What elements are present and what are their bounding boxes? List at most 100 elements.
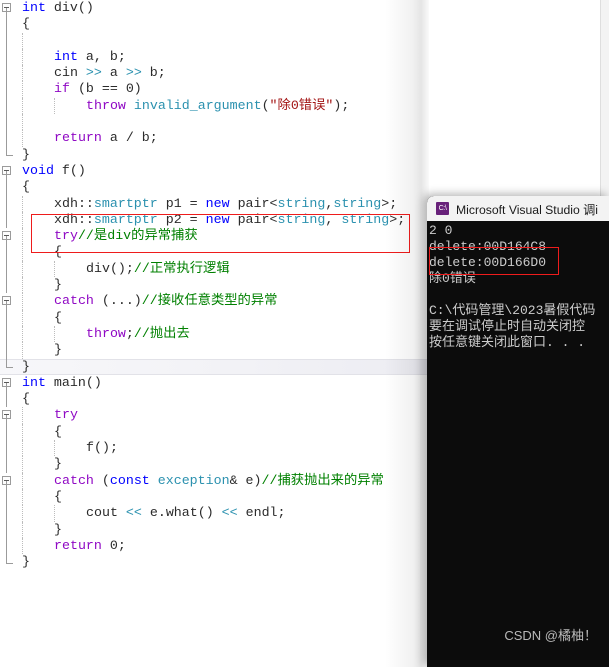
code-line[interactable]: throw invalid_argument("除0错误"); bbox=[0, 97, 430, 115]
code-token: "除0错误" bbox=[269, 97, 334, 113]
fold-gutter[interactable] bbox=[0, 309, 20, 326]
code-line[interactable]: } bbox=[0, 554, 430, 570]
code-line[interactable]: } bbox=[0, 277, 430, 294]
indent-guide bbox=[22, 48, 24, 66]
code-line[interactable]: return 0; bbox=[0, 537, 430, 555]
fold-gutter[interactable] bbox=[0, 97, 20, 115]
code-token: p1 = bbox=[157, 195, 206, 211]
fold-bracket-line bbox=[6, 16, 7, 33]
fold-gutter[interactable] bbox=[0, 554, 20, 570]
code-line[interactable]: return a / b; bbox=[0, 130, 430, 147]
code-token: { bbox=[22, 179, 30, 195]
code-text: cout << e.what() << endl; bbox=[86, 505, 286, 520]
fold-bracket-end bbox=[6, 146, 13, 157]
code-line[interactable]: } bbox=[0, 342, 430, 359]
code-line[interactable]: int div() bbox=[0, 0, 430, 17]
indent-guide bbox=[22, 211, 24, 229]
code-line[interactable]: } bbox=[0, 456, 430, 473]
code-line[interactable]: { bbox=[0, 179, 430, 196]
fold-gutter[interactable] bbox=[0, 456, 20, 473]
fold-gutter[interactable] bbox=[0, 407, 20, 424]
code-line[interactable]: { bbox=[0, 488, 430, 506]
fold-gutter[interactable] bbox=[0, 146, 20, 163]
fold-gutter[interactable] bbox=[0, 423, 20, 441]
code-line[interactable]: { bbox=[0, 16, 430, 33]
code-token: ( bbox=[93, 472, 110, 488]
code-line[interactable]: xdh::smartptr p1 = new pair<string,strin… bbox=[0, 195, 430, 212]
code-line[interactable]: { bbox=[0, 309, 430, 326]
fold-gutter[interactable] bbox=[0, 114, 20, 131]
console-title-bar[interactable]: C:\ Microsoft Visual Studio 调i bbox=[427, 196, 609, 221]
fold-gutter[interactable] bbox=[0, 473, 20, 489]
code-line[interactable]: catch (...)//接收任意类型的异常 bbox=[0, 293, 430, 310]
code-lines[interactable]: int div(){int a, b; cin >> a >> b; if (b =… bbox=[0, 0, 430, 570]
code-line[interactable]: try//是div的异常捕获 bbox=[0, 228, 430, 245]
fold-gutter[interactable] bbox=[0, 65, 20, 82]
code-line[interactable]: { bbox=[0, 391, 430, 408]
code-text: catch (...)//接收任意类型的异常 bbox=[54, 293, 277, 308]
code-line[interactable]: cout << e.what() << endl; bbox=[0, 505, 430, 522]
fold-gutter[interactable] bbox=[0, 228, 20, 245]
fold-gutter[interactable] bbox=[0, 325, 20, 343]
fold-bracket-line bbox=[6, 488, 7, 506]
code-line[interactable]: { bbox=[0, 244, 430, 261]
fold-gutter[interactable] bbox=[0, 81, 20, 98]
code-line[interactable]: int a, b; bbox=[0, 48, 430, 66]
fold-gutter[interactable] bbox=[0, 32, 20, 49]
fold-gutter[interactable] bbox=[0, 130, 20, 147]
code-token: return bbox=[54, 537, 102, 553]
code-line[interactable]: catch (const exception& e)//捕获抛出来的异常 bbox=[0, 472, 430, 489]
code-text: throw;//抛出去 bbox=[86, 326, 190, 341]
fold-gutter[interactable] bbox=[0, 358, 20, 375]
fold-gutter[interactable] bbox=[0, 16, 20, 33]
code-token: { bbox=[54, 309, 62, 325]
code-line[interactable]: try bbox=[0, 407, 430, 424]
code-token: >; bbox=[389, 211, 406, 227]
code-line[interactable]: div();//正常执行逻辑 bbox=[0, 260, 430, 278]
fold-bracket-line bbox=[6, 325, 7, 343]
code-line[interactable]: f(); bbox=[0, 440, 430, 457]
fold-gutter[interactable] bbox=[0, 537, 20, 555]
fold-gutter[interactable] bbox=[0, 521, 20, 538]
fold-gutter[interactable] bbox=[0, 277, 20, 294]
fold-gutter[interactable] bbox=[0, 48, 20, 66]
fold-gutter[interactable] bbox=[0, 391, 20, 408]
fold-gutter[interactable] bbox=[0, 505, 20, 522]
code-token: //抛出去 bbox=[133, 325, 190, 341]
fold-gutter[interactable] bbox=[0, 293, 20, 310]
code-line[interactable]: } bbox=[0, 146, 430, 163]
code-token: catch bbox=[54, 472, 94, 488]
console-line: delete:00D166D0 bbox=[429, 255, 547, 270]
code-line[interactable]: } bbox=[0, 521, 430, 538]
code-line[interactable]: { bbox=[0, 423, 430, 441]
fold-gutter[interactable] bbox=[0, 211, 20, 229]
fold-gutter[interactable] bbox=[0, 342, 20, 359]
code-line[interactable]: xdh::smartptr p2 = new pair<string, stri… bbox=[0, 211, 430, 229]
fold-gutter[interactable] bbox=[0, 179, 20, 196]
console-line: delete:00D164C8 bbox=[429, 239, 547, 254]
fold-gutter[interactable] bbox=[0, 260, 20, 278]
fold-gutter[interactable] bbox=[0, 244, 20, 261]
code-token: main() bbox=[45, 374, 102, 390]
code-line[interactable]: cin >> a >> b; bbox=[0, 65, 430, 82]
code-line[interactable]: throw;//抛出去 bbox=[0, 325, 430, 343]
code-token: new bbox=[205, 211, 230, 227]
console-output[interactable]: 2 0 delete:00D164C8 delete:00D166D0 除0错误 C:… bbox=[427, 221, 609, 351]
fold-gutter[interactable] bbox=[0, 0, 20, 17]
fold-gutter[interactable] bbox=[0, 195, 20, 212]
code-line[interactable]: } bbox=[0, 358, 430, 375]
code-line[interactable]: int main() bbox=[0, 374, 430, 392]
console-window[interactable]: C:\ Microsoft Visual Studio 调i 2 0 delete… bbox=[427, 196, 609, 667]
fold-gutter[interactable] bbox=[0, 163, 20, 180]
code-line[interactable] bbox=[0, 32, 430, 49]
fold-gutter[interactable] bbox=[0, 375, 20, 392]
code-line[interactable] bbox=[0, 114, 430, 131]
code-line[interactable]: if (b == 0) bbox=[0, 81, 430, 98]
code-text: try//是div的异常捕获 bbox=[54, 228, 198, 243]
indent-guide bbox=[54, 97, 56, 115]
fold-gutter[interactable] bbox=[0, 440, 20, 457]
code-line[interactable]: void f() bbox=[0, 163, 430, 180]
fold-bracket-line bbox=[6, 342, 7, 359]
fold-bracket-line bbox=[6, 537, 7, 555]
fold-gutter[interactable] bbox=[0, 488, 20, 506]
